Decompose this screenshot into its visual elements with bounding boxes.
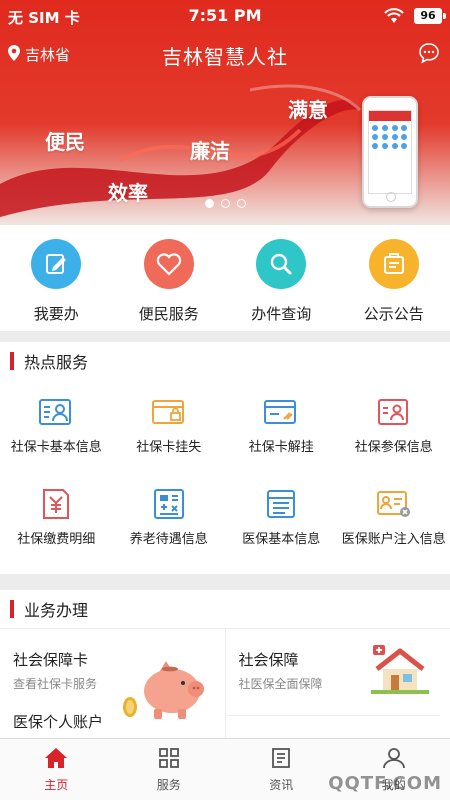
quick-action-label: 办件查询 (251, 305, 312, 323)
hot-service-label: 医保基本信息 (242, 532, 321, 547)
home-icon (44, 747, 68, 772)
tab-news[interactable]: 资讯 (225, 739, 338, 800)
social-security-panel[interactable]: 社会保障 社医保全面保障 (224, 629, 450, 738)
social-card-panel[interactable]: 社会保障卡 查看社保卡服务 医保个人账户 (0, 629, 225, 738)
yuan-doc-icon (38, 486, 74, 522)
message-icon[interactable] (418, 42, 440, 68)
tab-label: 主页 (44, 778, 69, 792)
account-card-icon (376, 486, 412, 522)
card-unlock-icon (263, 394, 299, 430)
list-doc-icon (263, 486, 299, 522)
hot-service-label: 社保卡挂失 (136, 440, 202, 455)
quick-action-service[interactable]: 便民服务 (113, 225, 226, 331)
quick-action-label: 便民服务 (138, 305, 199, 323)
grid-icon (158, 747, 180, 772)
quick-action-apply[interactable]: 我要办 (0, 225, 113, 331)
hot-service-item[interactable]: 社保参保信息 (338, 380, 450, 472)
section-title: 热点服务 (0, 342, 450, 380)
panel-subtitle: 查看社保卡服务 (13, 677, 98, 691)
hot-service-item[interactable]: 社保卡基本信息 (0, 380, 113, 472)
hot-service-label: 养老待遇信息 (129, 532, 208, 547)
nav-bar: 吉林省 吉林智慧人社 (0, 34, 450, 74)
watermark: QQTF.COM (328, 773, 442, 794)
business-section: 业务办理 社会保障卡 查看社保卡服务 医保个人账户 社会保障 社医保全面保障 (0, 590, 450, 738)
tab-label: 服务 (156, 778, 181, 792)
page-title: 吉林智慧人社 (162, 45, 288, 69)
hot-service-item[interactable]: 社保卡解挂 (225, 380, 338, 472)
hot-services-section: 热点服务 社保卡基本信息 社保卡挂失 社保卡解挂 社保参保信息 社保缴费明细 养… (0, 342, 450, 574)
tab-label: 资讯 (269, 778, 294, 792)
banner-pager[interactable] (0, 199, 450, 208)
panel-subtitle: 社医保全面保障 (238, 677, 323, 691)
hot-service-item[interactable]: 养老待遇信息 (113, 472, 226, 564)
hot-service-label: 社保缴费明细 (17, 532, 96, 547)
pager-dot[interactable] (204, 199, 214, 208)
tab-bar: 主页 服务 资讯 我的 QQTF.COM (0, 738, 450, 800)
search-icon (256, 239, 307, 289)
banner-area[interactable]: 无 SIM 卡 7:51 PM 96 吉林省 吉林智慧人社 便民 效率 廉洁 满… (0, 0, 450, 225)
hot-service-item[interactable]: 医保基本信息 (225, 472, 338, 564)
hot-service-item[interactable]: 医保账户注入信息 (338, 472, 450, 564)
tab-home[interactable]: 主页 (0, 739, 113, 800)
section-title: 业务办理 (0, 590, 450, 628)
card-lock-icon (151, 394, 187, 430)
hot-service-item[interactable]: 社保卡挂失 (113, 380, 226, 472)
pager-dot[interactable] (236, 199, 246, 208)
house-icon (370, 641, 429, 701)
section-title-text: 热点服务 (24, 353, 89, 372)
panel-title: 社会保障卡 (13, 651, 89, 669)
status-bar: 无 SIM 卡 7:51 PM 96 (0, 0, 450, 32)
hot-service-label: 社保卡基本信息 (10, 440, 102, 455)
section-title-text: 业务办理 (24, 601, 89, 620)
id-card-icon (38, 394, 74, 430)
quick-action-label: 我要办 (33, 305, 79, 323)
piggy-bank-icon (120, 655, 206, 725)
panel-title: 社会保障 (238, 651, 299, 669)
clock: 7:51 PM (188, 6, 262, 25)
hot-service-label: 社保参保信息 (354, 440, 433, 455)
wifi-icon (384, 8, 404, 28)
quick-action-label: 公示公告 (363, 305, 424, 323)
notice-icon (368, 239, 419, 289)
edit-icon (31, 239, 82, 289)
banner-word: 廉洁 (190, 139, 230, 163)
news-icon (270, 747, 292, 772)
banner-word: 满意 (288, 98, 328, 122)
pager-dot[interactable] (220, 199, 230, 208)
quick-action-notice[interactable]: 公示公告 (338, 225, 450, 331)
user-icon (382, 747, 406, 772)
quick-action-query[interactable]: 办件查询 (225, 225, 338, 331)
battery-icon: 96 (414, 8, 446, 24)
quick-actions: 我要办 便民服务 办件查询 公示公告 (0, 225, 450, 331)
panel-second-title[interactable]: 医保个人账户 (13, 711, 103, 732)
hot-service-label: 医保账户注入信息 (341, 532, 446, 547)
tab-services[interactable]: 服务 (113, 739, 226, 800)
calculator-icon (151, 486, 187, 522)
phone-illustration (362, 96, 418, 208)
profile-card-icon (376, 394, 412, 430)
hot-service-label: 社保卡解挂 (248, 440, 314, 455)
banner-word: 便民 (45, 130, 85, 154)
hot-service-item[interactable]: 社保缴费明细 (0, 472, 113, 564)
heart-icon (143, 239, 194, 289)
